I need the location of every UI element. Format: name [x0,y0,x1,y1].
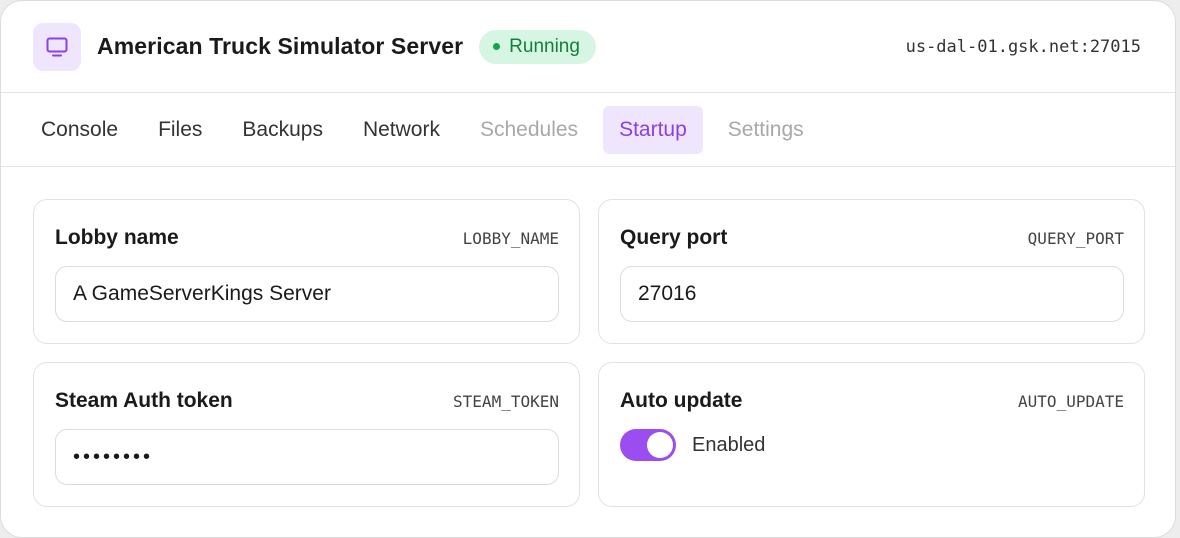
lobby-name-input[interactable]: A GameServerKings Server [55,266,559,322]
query-port-input[interactable]: 27016 [620,266,1124,322]
query-port-label: Query port [620,226,728,249]
startup-variables-grid: Lobby name LOBBY_NAME A GameServerKings … [33,199,1145,507]
steam-token-key: STEAM_TOKEN [453,391,559,411]
tab-files[interactable]: Files [138,106,222,154]
status-badge: Running [479,29,596,64]
tab-schedules: Schedules [479,117,579,141]
status-text: Running [509,35,580,57]
tab-bar: Console Files Backups Network Schedules … [1,93,1175,167]
status-dot-icon [493,43,501,50]
tab-console[interactable]: Console [21,106,138,154]
auto-update-state: Enabled [692,433,766,456]
tab-backups[interactable]: Backups [222,106,343,154]
server-header: American Truck Simulator Server Running … [1,1,1175,93]
auto-update-card: Auto update AUTO_UPDATE Enabled [598,362,1145,507]
server-title: American Truck Simulator Server [97,33,464,59]
lobby-name-card: Lobby name LOBBY_NAME A GameServerKings … [33,199,580,344]
lobby-name-key: LOBBY_NAME [462,228,559,248]
tab-startup[interactable]: Startup [603,105,703,154]
steam-token-label: Steam Auth token [55,389,233,412]
auto-update-key: AUTO_UPDATE [1018,391,1124,411]
query-port-card: Query port QUERY_PORT 27016 [598,199,1145,344]
monitor-icon [33,22,81,71]
tab-network[interactable]: Network [343,106,460,154]
lobby-name-label: Lobby name [55,226,179,249]
tab-settings: Settings [727,117,804,141]
server-address[interactable]: us-dal-01.gsk.net:27015 [906,37,1141,57]
query-port-key: QUERY_PORT [1027,228,1124,248]
steam-token-input[interactable]: •••••••• [55,429,559,485]
steam-token-card: Steam Auth token STEAM_TOKEN •••••••• [33,362,580,507]
auto-update-label: Auto update [620,389,743,412]
toggle-knob [647,432,673,458]
auto-update-toggle[interactable] [620,429,676,461]
server-panel: American Truck Simulator Server Running … [0,0,1176,538]
